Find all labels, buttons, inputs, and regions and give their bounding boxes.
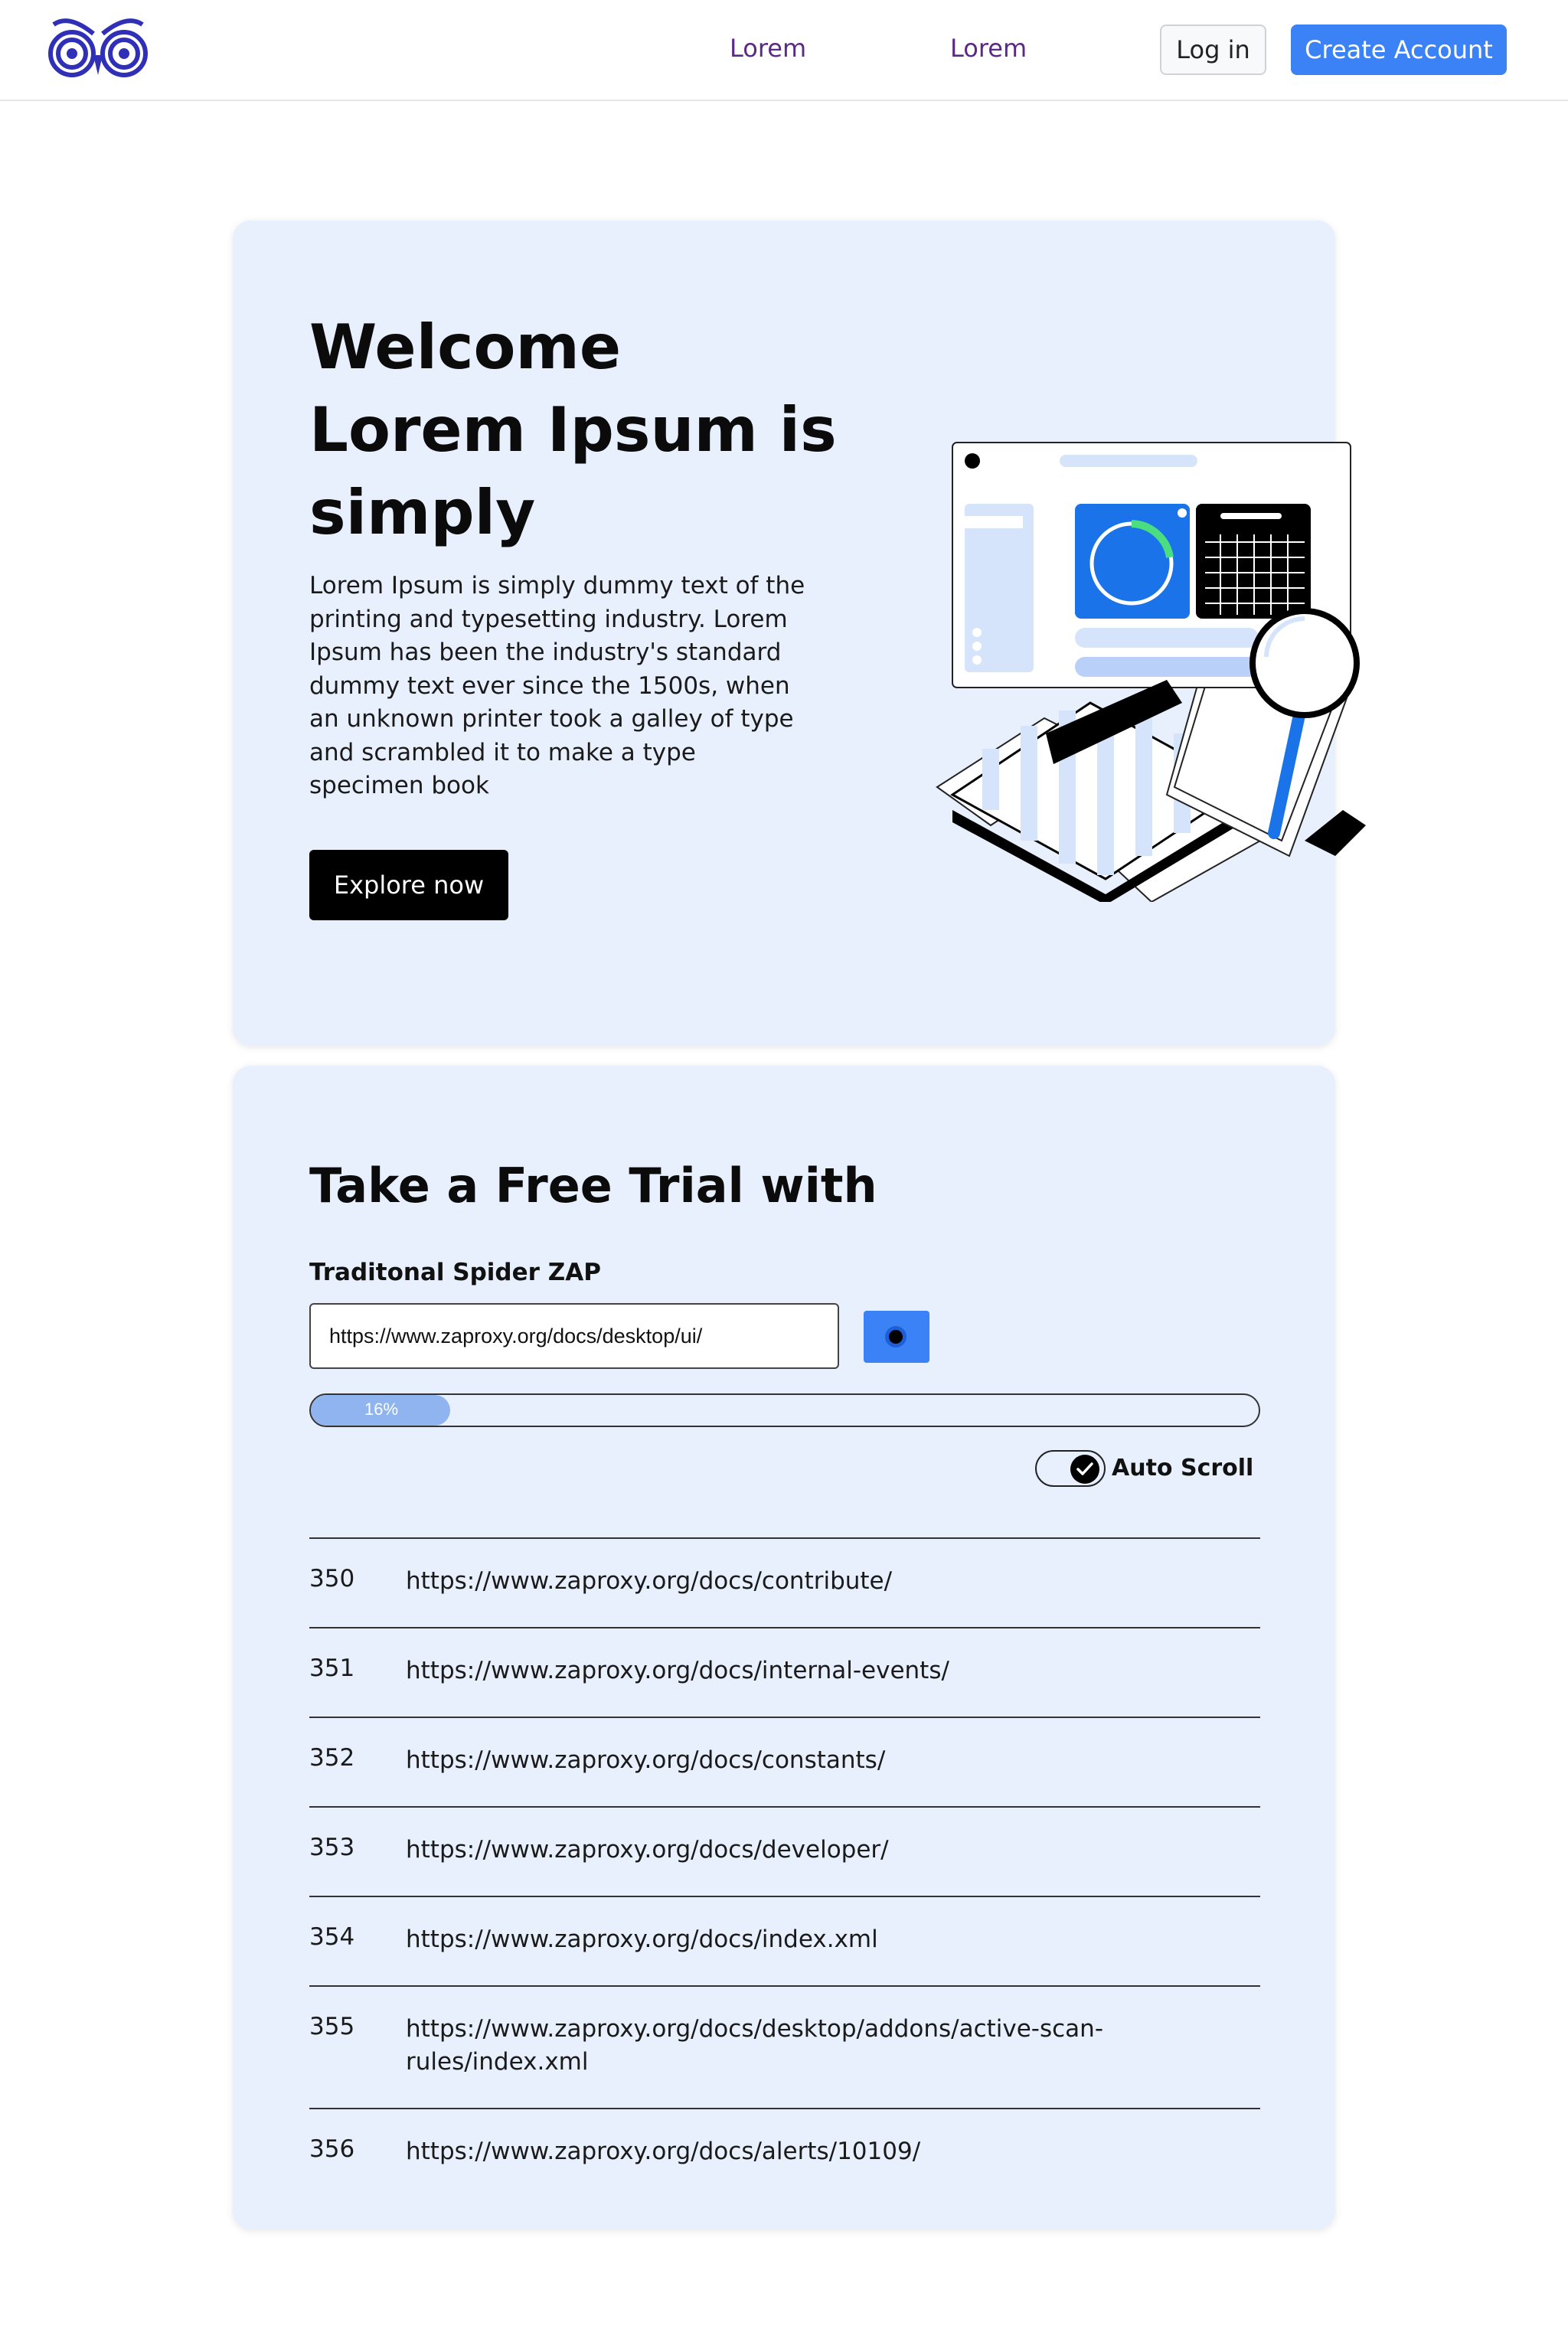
create-account-button[interactable]: Create Account: [1291, 24, 1507, 75]
nav-link-2[interactable]: Lorem: [950, 34, 1027, 63]
result-number: 351: [309, 1655, 355, 1682]
result-url[interactable]: https://www.zaproxy.org/docs/contribute/: [406, 1565, 1141, 1598]
explore-now-button[interactable]: Explore now: [309, 850, 508, 920]
result-row: 356 https://www.zaproxy.org/docs/alerts/1…: [309, 2108, 1260, 2197]
result-url[interactable]: https://www.zaproxy.org/docs/developer/: [406, 1834, 1141, 1867]
result-number: 356: [309, 2135, 355, 2163]
trial-title: Take a Free Trial with: [309, 1158, 877, 1214]
result-number: 352: [309, 1744, 355, 1772]
hero-title-line-2: Lorem Ipsum is: [309, 394, 837, 466]
free-trial-card: Take a Free Trial with Traditonal Spider…: [233, 1066, 1335, 2230]
hero-title: Welcome Lorem Ipsum is simply: [309, 306, 845, 554]
auto-scroll-toggle[interactable]: [1035, 1450, 1106, 1487]
result-row: 355 https://www.zaproxy.org/docs/desktop/…: [309, 1985, 1260, 2108]
result-row: 353 https://www.zaproxy.org/docs/develope…: [309, 1806, 1260, 1896]
result-row: 351 https://www.zaproxy.org/docs/internal…: [309, 1627, 1260, 1717]
result-url[interactable]: https://www.zaproxy.org/docs/index.xml: [406, 1923, 1141, 1956]
result-number: 355: [309, 2013, 355, 2040]
start-scan-button[interactable]: [864, 1311, 929, 1363]
hero-title-line-1: Welcome: [309, 312, 622, 383]
result-row: 354 https://www.zaproxy.org/docs/index.xm…: [309, 1896, 1260, 1985]
result-number: 353: [309, 1834, 355, 1861]
result-number: 350: [309, 1565, 355, 1592]
go-button-dot-icon: [885, 1326, 906, 1348]
owl-logo-icon[interactable]: [46, 14, 150, 80]
hero-description: Lorem Ipsum is simply dummy text of the …: [309, 572, 805, 799]
spider-label: Traditonal Spider ZAP: [309, 1259, 601, 1286]
site-header: Lorem Lorem Log in Create Account: [0, 0, 1568, 101]
results-list: 350 https://www.zaproxy.org/docs/contribu…: [309, 1537, 1260, 2197]
toggle-knob: [1070, 1455, 1099, 1484]
result-url[interactable]: https://www.zaproxy.org/docs/internal-ev…: [406, 1655, 1141, 1687]
login-button[interactable]: Log in: [1160, 24, 1266, 75]
result-url[interactable]: https://www.zaproxy.org/docs/desktop/add…: [406, 2013, 1141, 2079]
progress-label: 16%: [364, 1400, 399, 1419]
result-row: 350 https://www.zaproxy.org/docs/contribu…: [309, 1537, 1260, 1627]
progress-bar: 16%: [309, 1393, 1260, 1427]
nav-link-1[interactable]: Lorem: [730, 34, 806, 63]
hero-title-line-3: simply: [309, 477, 536, 548]
hero-card: Welcome Lorem Ipsum is simply Lorem Ipsu…: [233, 220, 1366, 1046]
auto-scroll-label: Auto Scroll: [1112, 1455, 1254, 1481]
result-row: 352 https://www.zaproxy.org/docs/constant…: [309, 1717, 1260, 1806]
result-url[interactable]: https://www.zaproxy.org/docs/constants/: [406, 1744, 1141, 1777]
result-url[interactable]: https://www.zaproxy.org/docs/alerts/1010…: [406, 2135, 1141, 2168]
checkmark-icon: [1076, 1462, 1093, 1475]
url-input[interactable]: [309, 1303, 839, 1369]
dashboard-illustration-icon: [936, 442, 1366, 902]
result-number: 354: [309, 1923, 355, 1951]
